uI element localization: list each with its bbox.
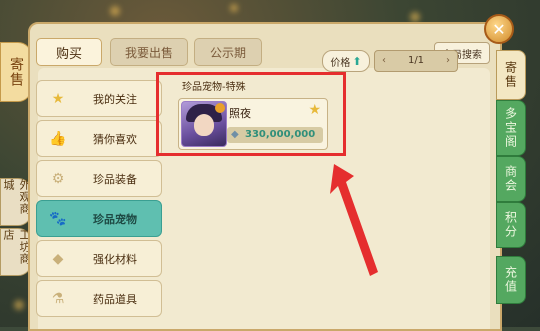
right-tab-treasure-pavilion[interactable]: 多宝阁 <box>496 100 526 156</box>
prev-page-button[interactable]: ‹ <box>377 51 391 71</box>
category-label: 我的关注 <box>93 93 137 106</box>
category-potions-items[interactable]: ⚗ 药品道具 <box>36 280 162 317</box>
equipment-icon: ⚙ <box>51 171 65 187</box>
next-page-button[interactable]: › <box>441 51 455 71</box>
category-rare-pets[interactable]: 🐾 珍品宠物 <box>36 200 162 237</box>
category-label: 猜你喜欢 <box>93 133 137 146</box>
tab-publicity[interactable]: 公示期 <box>194 38 262 66</box>
highlight-box <box>156 72 346 156</box>
category-label: 珍品宠物 <box>93 213 137 226</box>
category-label: 药品道具 <box>93 293 137 306</box>
right-tab-recharge[interactable]: 充值 <box>496 256 526 304</box>
right-tab-points[interactable]: 积分 <box>496 202 526 248</box>
annotation-arrow-icon <box>330 164 378 276</box>
pet-icon: 🐾 <box>49 211 67 227</box>
category-label: 强化材料 <box>93 253 137 266</box>
star-icon: ★ <box>51 91 65 107</box>
left-side-tabs: 寄售 外观商城 工坊商店 <box>0 30 32 327</box>
thumbs-up-icon: 👍 <box>49 131 67 147</box>
category-recommended[interactable]: 👍 猜你喜欢 <box>36 120 162 157</box>
category-my-follows[interactable]: ★ 我的关注 <box>36 80 162 117</box>
potion-icon: ⚗ <box>51 291 65 307</box>
page-indicator: 1/1 <box>407 55 425 66</box>
right-tab-consignment[interactable]: 寄售 <box>496 50 526 100</box>
tab-buy[interactable]: 购买 <box>36 38 102 66</box>
category-enhance-materials[interactable]: ◆ 强化材料 <box>36 240 162 277</box>
category-label: 珍品装备 <box>93 173 137 186</box>
arrow-up-icon: ⬆ <box>352 54 362 68</box>
tab-sell[interactable]: 我要出售 <box>110 38 188 66</box>
right-tab-guild-shop[interactable]: 商会 <box>496 156 526 202</box>
price-sort-button[interactable]: 价格 ⬆ <box>322 50 370 72</box>
close-button[interactable]: ✕ <box>484 14 514 44</box>
pager: ‹ 1/1 › <box>374 50 458 72</box>
sort-label: 价格 <box>330 57 351 69</box>
material-icon: ◆ <box>52 251 64 267</box>
category-rare-equipment[interactable]: ⚙ 珍品装备 <box>36 160 162 197</box>
